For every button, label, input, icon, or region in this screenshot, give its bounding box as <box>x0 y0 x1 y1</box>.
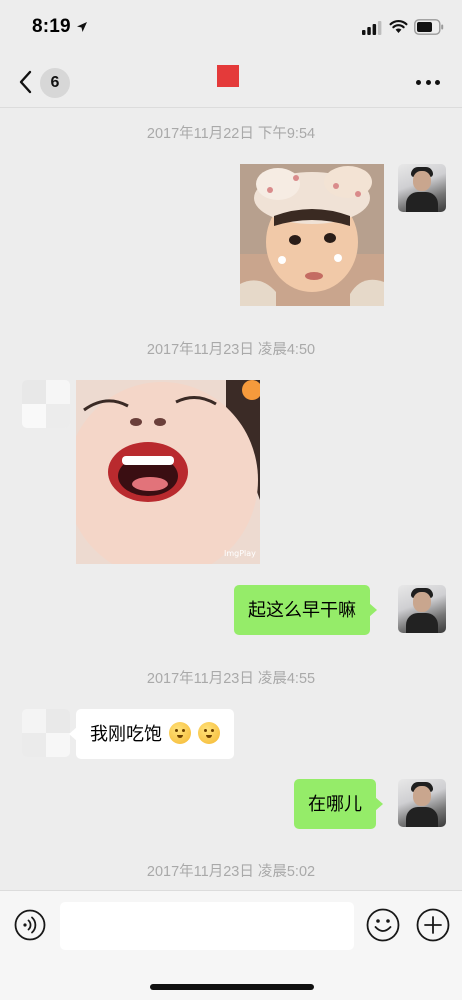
message-input[interactable] <box>60 902 354 950</box>
emoji-icon[interactable] <box>366 908 400 942</box>
chat-title-redacted <box>217 65 239 87</box>
photo-image: ImgPlay <box>76 380 260 564</box>
chevron-left-icon <box>19 70 32 94</box>
received-message-bubble[interactable]: 我刚吃饱 <box>68 709 235 759</box>
status-bar: 8:19 <box>0 0 462 56</box>
sent-photo-child-headband[interactable] <box>240 164 384 306</box>
plus-circle-icon[interactable] <box>416 908 450 942</box>
contact-avatar[interactable] <box>22 709 70 757</box>
message-timestamp: 2017年11月23日 凌晨5:02 <box>146 864 316 880</box>
more-options-button[interactable] <box>412 70 444 94</box>
status-time: 8:19 <box>32 16 71 37</box>
sent-message-bubble[interactable]: 起这么早干嘛 <box>234 585 377 635</box>
photo-image <box>240 164 384 306</box>
message-timestamp: 2017年11月22日 下午9:54 <box>146 126 316 142</box>
more-dots-icon <box>416 80 421 85</box>
unread-count-badge: 6 <box>40 68 70 98</box>
photo-watermark: ImgPlay <box>224 549 256 558</box>
home-indicator <box>150 984 314 990</box>
battery-icon <box>414 19 444 35</box>
message-timestamp: 2017年11月23日 凌晨4:55 <box>146 671 316 687</box>
blushing-emoji-icon <box>169 722 192 744</box>
my-avatar[interactable] <box>398 779 446 827</box>
voice-input-icon[interactable] <box>14 909 46 941</box>
message-timestamp: 2017年11月23日 凌晨4:50 <box>146 342 316 358</box>
received-photo-laughing-child[interactable]: ImgPlay <box>76 380 260 564</box>
blushing-emoji-icon <box>198 722 221 744</box>
sent-message-bubble[interactable]: 在哪儿 <box>294 779 383 829</box>
received-message-text: 我刚吃饱 <box>90 724 162 744</box>
cellular-signal-icon <box>362 21 382 35</box>
location-arrow-icon <box>77 22 87 32</box>
chat-header: 6 <box>0 56 462 108</box>
contact-avatar[interactable] <box>22 380 70 428</box>
my-avatar[interactable] <box>398 585 446 633</box>
wifi-icon <box>389 20 408 33</box>
back-button[interactable]: 6 <box>14 66 74 100</box>
my-avatar[interactable] <box>398 164 446 212</box>
